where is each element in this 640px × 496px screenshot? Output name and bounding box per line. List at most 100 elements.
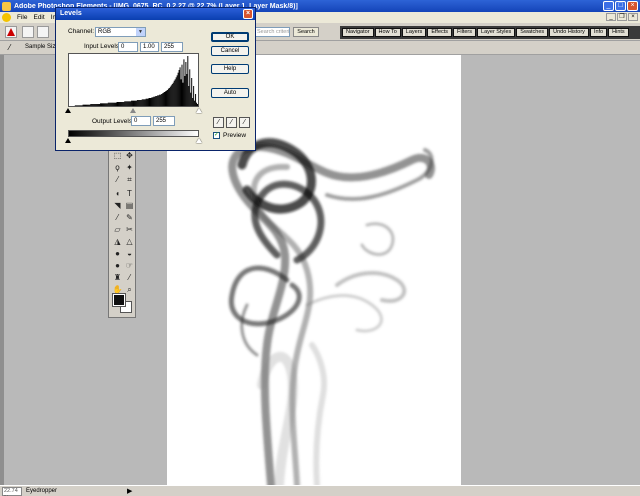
- lasso-tool-icon[interactable]: ϙ: [112, 162, 123, 173]
- white-point-eyedropper-icon[interactable]: ⁄: [239, 117, 250, 128]
- channel-select[interactable]: RGB ▼: [95, 27, 146, 37]
- sponge-tool-icon[interactable]: ●: [112, 248, 123, 259]
- tab-undo-history[interactable]: Undo History: [549, 28, 589, 37]
- burn-tool-icon[interactable]: ●: [112, 260, 123, 271]
- levels-dialog-title-bar[interactable]: Levels ×: [56, 8, 255, 20]
- histogram-bar: [118, 102, 120, 106]
- tab-info[interactable]: Info: [589, 28, 608, 37]
- histogram-bar: [186, 74, 188, 106]
- tab-filters[interactable]: Filters: [453, 28, 477, 37]
- preview-checkbox[interactable]: ✓: [213, 132, 220, 139]
- histogram-bar: [119, 102, 121, 106]
- channel-label: Channel:: [68, 28, 95, 35]
- input-levels-slider[interactable]: [65, 108, 202, 113]
- zoom-tool-icon[interactable]: ⌕: [124, 284, 135, 295]
- histogram-bar: [143, 99, 145, 106]
- output-black-slider-handle[interactable]: [65, 138, 71, 143]
- cancel-button[interactable]: Cancel: [211, 46, 249, 56]
- type-tool-icon[interactable]: T: [124, 188, 135, 199]
- histogram-bar: [80, 105, 82, 106]
- histogram-bar: [104, 103, 106, 106]
- histogram-bar: [141, 99, 143, 106]
- zoom-level-field[interactable]: 22.74 %: [2, 487, 22, 496]
- search-button[interactable]: Search: [293, 27, 319, 37]
- help-button[interactable]: Help: [211, 64, 249, 74]
- shape-tool-icon[interactable]: ◖: [112, 188, 123, 199]
- doc-minimize-button[interactable]: _: [606, 13, 616, 21]
- menu-file[interactable]: File: [14, 14, 30, 21]
- minimize-button[interactable]: _: [603, 1, 614, 11]
- auto-button[interactable]: Auto: [211, 88, 249, 98]
- tab-hints[interactable]: Hints: [608, 28, 629, 37]
- histogram-bar: [165, 91, 166, 106]
- blur-tool-icon[interactable]: ◮: [112, 236, 123, 247]
- input-gamma-field[interactable]: 1.00: [140, 42, 159, 52]
- histogram-bar: [190, 92, 192, 106]
- palette-well: Navigator How To Layers Effects Filters …: [340, 26, 640, 39]
- black-point-eyedropper-icon[interactable]: ⁄: [213, 117, 224, 128]
- tab-effects[interactable]: Effects: [427, 28, 453, 37]
- selection-brush-tool-icon[interactable]: ⁄: [112, 174, 123, 185]
- levels-close-button[interactable]: ×: [243, 9, 253, 19]
- histogram-bar: [154, 96, 156, 106]
- histogram-bar: [166, 90, 168, 106]
- brush-tool-icon[interactable]: ⁄: [112, 212, 123, 223]
- input-black-slider-handle[interactable]: [65, 108, 71, 113]
- clone-stamp-tool-icon[interactable]: ♜: [112, 272, 123, 283]
- adobe-icon[interactable]: [5, 26, 17, 38]
- histogram-bar: [89, 104, 91, 106]
- search-input[interactable]: Search criteria: [254, 27, 290, 37]
- histogram-bar: [137, 100, 139, 106]
- input-black-field[interactable]: 0: [118, 42, 138, 52]
- close-button[interactable]: ×: [627, 1, 638, 11]
- tab-swatches[interactable]: Swatches: [516, 28, 549, 37]
- new-file-icon[interactable]: [22, 26, 34, 38]
- eraser-tool-icon[interactable]: ▱: [112, 224, 123, 235]
- histogram-bar: [187, 56, 189, 106]
- tab-layers[interactable]: Layers: [401, 28, 427, 37]
- open-file-icon[interactable]: [37, 26, 49, 38]
- paint-bucket-tool-icon[interactable]: ◥: [112, 200, 123, 211]
- tab-how-to[interactable]: How To: [374, 28, 401, 37]
- foreground-color-swatch[interactable]: [112, 293, 126, 307]
- red-eye-tool-icon[interactable]: ✂: [124, 224, 135, 235]
- smudge-tool-icon[interactable]: ☞: [124, 260, 135, 271]
- ok-button[interactable]: OK: [211, 32, 249, 42]
- gray-point-eyedropper-icon[interactable]: ⁄: [226, 117, 237, 128]
- move-tool-icon[interactable]: ✥: [124, 150, 135, 161]
- input-white-field[interactable]: 255: [161, 42, 183, 52]
- histogram-bar: [127, 101, 129, 106]
- output-white-field[interactable]: 255: [153, 116, 175, 126]
- input-gamma-slider-handle[interactable]: [130, 108, 136, 113]
- histogram-bar: [140, 100, 142, 106]
- magic-wand-tool-icon[interactable]: ✦: [124, 162, 135, 173]
- histogram-bar: [194, 100, 196, 106]
- input-levels-label: Input Levels:: [84, 43, 121, 50]
- histogram-bar: [83, 104, 85, 106]
- histogram-bar: [169, 86, 171, 106]
- marquee-tool-icon[interactable]: ⬚: [112, 150, 123, 161]
- status-menu-arrow-icon[interactable]: ▶: [127, 487, 132, 495]
- tab-layer-styles[interactable]: Layer Styles: [477, 28, 516, 37]
- histogram-bar: [180, 79, 182, 106]
- histogram-bar: [189, 69, 191, 106]
- doc-close-button[interactable]: ×: [628, 13, 638, 21]
- histogram-bar: [82, 104, 84, 106]
- output-levels-slider[interactable]: [65, 138, 202, 143]
- output-white-slider-handle[interactable]: [196, 138, 202, 143]
- gradient-tool-icon[interactable]: ▤: [124, 200, 135, 211]
- pencil-tool-icon[interactable]: ✎: [124, 212, 135, 223]
- chevron-down-icon: ▼: [136, 28, 145, 36]
- menu-edit[interactable]: Edit: [30, 14, 47, 21]
- status-bar: 22.74 % Eyedropper ▶: [0, 485, 640, 496]
- maximize-button[interactable]: □: [615, 1, 626, 11]
- doc-restore-button[interactable]: ❐: [617, 13, 627, 21]
- output-black-field[interactable]: 0: [131, 116, 151, 126]
- crop-tool-icon[interactable]: ⌗: [124, 174, 135, 185]
- histogram-bar: [103, 103, 105, 106]
- input-white-slider-handle[interactable]: [196, 108, 202, 113]
- sharpen-tool-icon[interactable]: △: [124, 236, 135, 247]
- tab-navigator[interactable]: Navigator: [342, 28, 374, 37]
- dodge-tool-icon[interactable]: ◒: [124, 248, 135, 259]
- eyedropper-tool-button-icon[interactable]: ⁄: [124, 272, 135, 283]
